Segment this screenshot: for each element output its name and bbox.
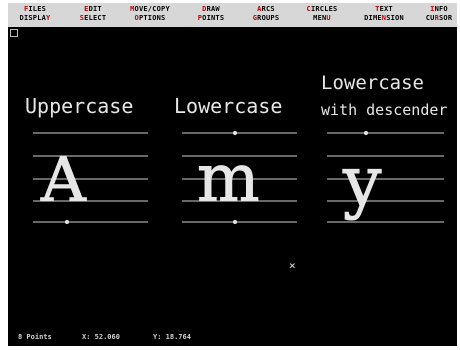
control-point[interactable] [233, 220, 237, 224]
control-point[interactable] [364, 131, 368, 135]
label-lowercase: Lowercase [174, 94, 282, 118]
letter-lowercase-m[interactable]: m [197, 140, 261, 218]
cad-window: FILES DISPLAY EDIT SELECT MOVE/COPY OPTI… [8, 3, 457, 346]
letter-lowercase-y[interactable]: y [342, 143, 383, 223]
control-point[interactable] [65, 220, 69, 224]
status-point-count: 8 Points [18, 333, 52, 341]
crosshair-cursor-icon: × [289, 259, 296, 272]
label-lowercase-descender-line2: with descender [321, 101, 447, 119]
drawing-canvas[interactable]: Uppercase Lowercase Lowercase with desce… [8, 3, 457, 329]
label-uppercase: Uppercase [25, 94, 133, 118]
status-x-coordinate: X: 52.060 [82, 333, 120, 341]
status-bar: 8 Points X: 52.060 Y: 18.764 [8, 329, 457, 346]
control-point[interactable] [233, 131, 237, 135]
label-lowercase-descender-line1: Lowercase [321, 72, 424, 94]
status-y-coordinate: Y: 18.764 [153, 333, 191, 341]
letter-uppercase-a[interactable]: A [40, 143, 88, 217]
